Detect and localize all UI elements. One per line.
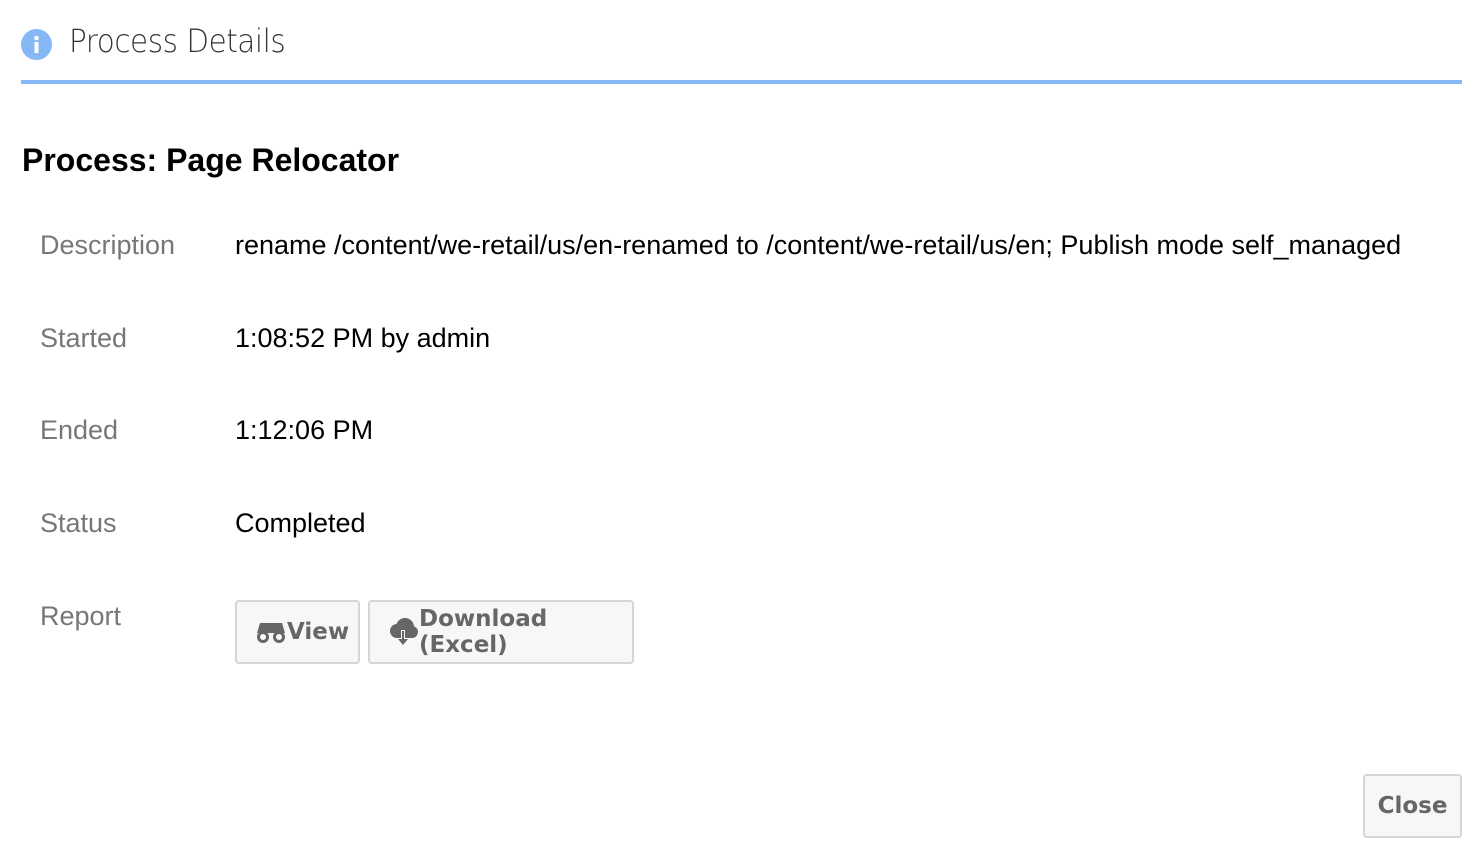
field-label: Status [40, 508, 117, 538]
view-report-button[interactable]: View [235, 600, 360, 664]
field-label: Report [40, 601, 122, 631]
download-excel-button[interactable]: Download (Excel) [368, 600, 634, 664]
field-value: 1:08:52 PM by admin [235, 323, 491, 353]
field-label: Description [40, 230, 176, 260]
field-label: Started [40, 323, 128, 353]
close-button[interactable]: Close [1363, 774, 1462, 838]
field-value: rename /content/we-retail/us/en-renamed … [235, 230, 1402, 260]
process-title: Process: Page Relocator [22, 142, 400, 178]
field-value: Completed [235, 508, 366, 538]
info-icon [21, 29, 52, 60]
dialog-header: Process Details [21, 20, 1462, 84]
field-label: Ended [40, 415, 119, 445]
field-value: 1:12:06 PM [235, 415, 374, 445]
view-label: View [287, 619, 350, 645]
dialog-title: Process Details [69, 22, 286, 60]
cloud-download-icon [387, 616, 419, 648]
download-label: Download (Excel) [419, 606, 548, 658]
binoculars-icon [255, 619, 287, 645]
